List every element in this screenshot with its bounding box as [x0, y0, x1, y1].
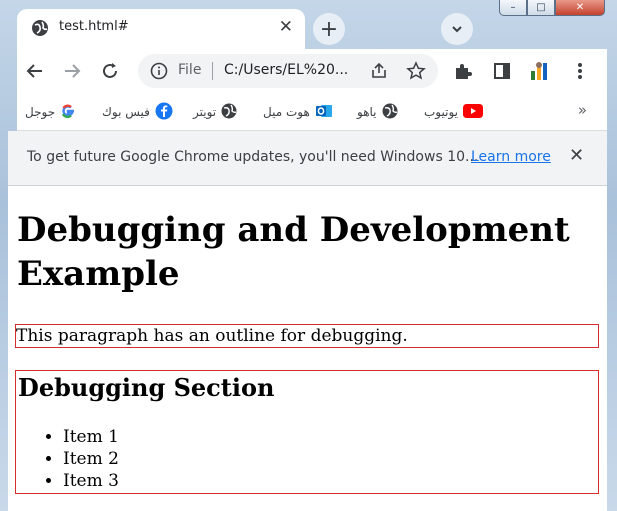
infobar-close-icon[interactable]: ✕	[569, 145, 584, 166]
debug-paragraph: This paragraph has an outline for debugg…	[15, 324, 599, 348]
list-item: Item 2	[63, 448, 119, 470]
bookmark-google[interactable]: جوجل	[25, 102, 76, 122]
page-content: Debugging and Development Example This p…	[8, 186, 607, 511]
infobar-message: To get future Google Chrome updates, you…	[27, 149, 479, 165]
bookmarks-overflow-icon[interactable]: »	[578, 101, 587, 119]
youtube-icon	[463, 103, 483, 121]
browser-window: – □ ✕ test.html# ✕ + File C:/Users/EL%20…	[0, 0, 617, 511]
globe-icon	[221, 103, 237, 122]
learn-more-link[interactable]: Learn more	[471, 149, 551, 165]
outlook-icon	[315, 102, 333, 123]
address-divider	[212, 62, 213, 80]
bookmark-label: هوت ميل	[263, 105, 310, 119]
window-controls: – □ ✕	[499, 0, 605, 16]
kebab-menu-icon	[578, 63, 582, 79]
bookmark-label: تويتر	[193, 105, 217, 119]
bookmark-label: جوجل	[25, 105, 56, 119]
facebook-icon	[155, 102, 173, 123]
forward-button[interactable]	[60, 59, 84, 83]
bookmarks-bar: جوجل فيس بوك تويتر هوت ميل ياهو يوتيوب »	[17, 95, 607, 131]
tab-title: test.html#	[59, 19, 129, 34]
section-heading: Debugging Section	[18, 373, 275, 402]
extensions-button[interactable]	[451, 59, 475, 83]
back-button[interactable]	[23, 59, 47, 83]
puzzle-icon	[456, 64, 472, 79]
debug-section: Debugging Section Item 1 Item 2 Item 3	[15, 370, 599, 494]
bookmark-star-icon[interactable]	[406, 61, 426, 85]
back-arrow-icon	[26, 64, 42, 78]
url-text[interactable]: C:/Users/EL%20...	[224, 62, 348, 78]
page-heading: Debugging and Development Example	[17, 210, 570, 294]
bookmark-label: يوتيوب	[424, 105, 458, 119]
item-list: Item 1 Item 2 Item 3	[16, 426, 119, 492]
list-item: Item 3	[63, 470, 119, 492]
google-icon	[60, 103, 76, 122]
chevron-down-icon	[452, 26, 462, 33]
profile-avatar[interactable]	[528, 59, 552, 83]
tab-close-icon[interactable]: ✕	[279, 17, 293, 37]
address-bar[interactable]: File C:/Users/EL%20...	[138, 54, 438, 88]
side-panel-icon	[494, 63, 510, 79]
toolbar: File C:/Users/EL%20...	[17, 49, 607, 95]
bookmark-label: فيس بوك	[102, 105, 150, 119]
globe-icon	[382, 103, 398, 122]
list-item: Item 1	[63, 426, 119, 448]
minimize-button[interactable]: –	[499, 0, 527, 16]
bookmark-youtube[interactable]: يوتيوب	[424, 102, 483, 122]
share-icon[interactable]	[370, 62, 388, 84]
side-panel-button[interactable]	[490, 59, 514, 83]
bookmark-yahoo[interactable]: ياهو	[357, 102, 398, 122]
menu-button[interactable]	[568, 59, 592, 83]
update-infobar: To get future Google Chrome updates, you…	[8, 131, 607, 186]
info-icon[interactable]	[150, 62, 168, 84]
file-label: File	[178, 62, 202, 78]
maximize-button[interactable]: □	[527, 0, 555, 16]
bookmark-twitter[interactable]: تويتر	[193, 102, 237, 122]
new-tab-button[interactable]: +	[313, 13, 345, 45]
avatar-icon	[531, 62, 547, 80]
globe-icon	[31, 19, 49, 41]
forward-arrow-icon	[65, 64, 81, 78]
bookmark-hotmail[interactable]: هوت ميل	[263, 102, 333, 122]
tab-search-button[interactable]	[441, 13, 473, 45]
window-close-button[interactable]: ✕	[555, 0, 605, 16]
reload-icon	[103, 63, 117, 78]
browser-tab[interactable]: test.html# ✕	[17, 9, 305, 49]
bookmark-facebook[interactable]: فيس بوك	[102, 102, 173, 122]
reload-button[interactable]	[98, 59, 122, 83]
bookmark-label: ياهو	[357, 105, 377, 119]
